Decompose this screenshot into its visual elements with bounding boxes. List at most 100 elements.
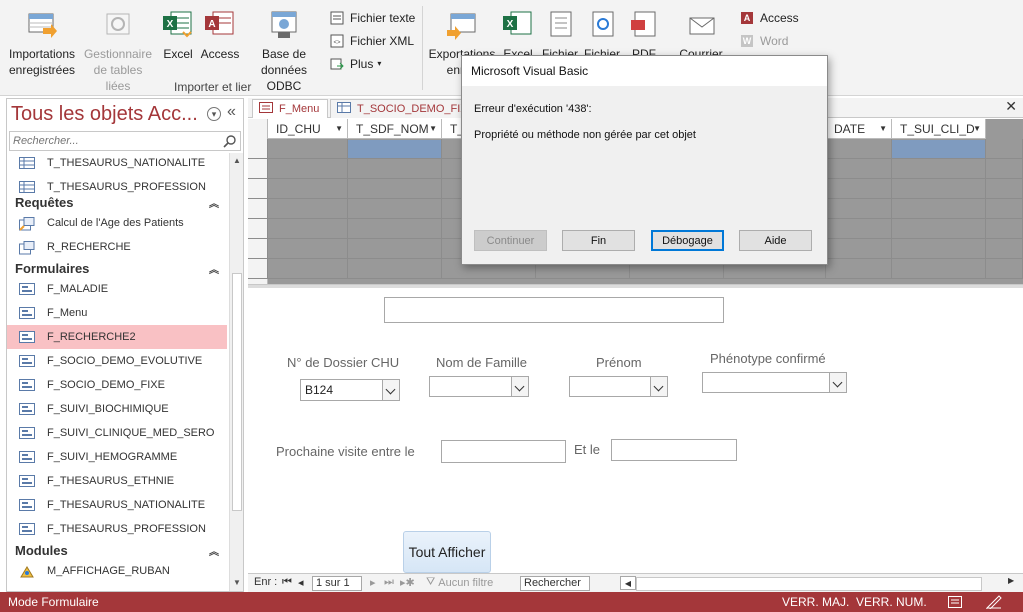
nav-item-form[interactable]: F_SUIVI_HEMOGRAMME	[7, 445, 227, 469]
record-selector[interactable]	[248, 239, 268, 259]
record-selector[interactable]	[248, 159, 268, 179]
datasheet-cell[interactable]	[892, 139, 986, 159]
search-icon[interactable]	[223, 134, 237, 148]
chevron-down-icon[interactable]	[382, 380, 399, 400]
datasheet-cell[interactable]	[892, 159, 986, 179]
chevron-down-icon[interactable]	[650, 377, 667, 396]
email-button[interactable]: Courrier	[674, 8, 728, 62]
datasheet-cell[interactable]	[826, 179, 892, 199]
nav-search-input[interactable]	[10, 132, 216, 150]
nav-category-forms[interactable]: Formulaires ︽	[15, 257, 227, 279]
tab-f-menu[interactable]: F_Menu	[252, 99, 328, 118]
horizontal-scrollbar[interactable]	[636, 577, 982, 591]
datasheet-cell[interactable]	[268, 159, 348, 179]
datasheet-cell[interactable]	[268, 179, 348, 199]
export-file-button-2[interactable]: Fichier	[582, 8, 622, 62]
record-selector[interactable]	[248, 179, 268, 199]
datasheet-cell[interactable]	[348, 139, 442, 159]
record-position-input[interactable]: 1 sur 1	[312, 576, 362, 591]
scroll-left-icon[interactable]: ◀	[620, 576, 636, 590]
show-all-button[interactable]: Tout Afficher	[403, 531, 491, 573]
first-record-icon[interactable]: ⏮	[282, 576, 292, 589]
nav-item-form[interactable]: F_THESAURUS_ETHNIE	[7, 469, 227, 493]
datasheet-cell[interactable]	[826, 139, 892, 159]
datasheet-cell[interactable]	[268, 219, 348, 239]
record-selector[interactable]	[248, 139, 268, 159]
import-text-file-button[interactable]: Fichier texte	[330, 10, 415, 26]
datasheet-cell[interactable]	[826, 159, 892, 179]
datasheet-cell[interactable]	[268, 199, 348, 219]
nav-item-form[interactable]: F_MALADIE	[7, 277, 227, 301]
nav-item-form[interactable]: F_SUIVI_BIOCHIMIQUE	[7, 397, 227, 421]
nav-item-module[interactable]: M_AFFICHAGE_RUBAN	[7, 559, 227, 583]
scroll-right-icon[interactable]: ▶	[1008, 576, 1014, 585]
datasheet-cell[interactable]	[892, 239, 986, 259]
datasheet-cell[interactable]	[826, 199, 892, 219]
import-access-button[interactable]: A Access	[200, 8, 240, 62]
record-selector[interactable]	[248, 199, 268, 219]
datasheet-cell[interactable]	[826, 239, 892, 259]
export-pdf-button[interactable]: PDF	[624, 8, 664, 62]
datasheet-cell[interactable]	[268, 139, 348, 159]
datasheet-cell[interactable]	[986, 259, 1023, 279]
form-splitter-bar[interactable]	[248, 284, 1023, 288]
help-button[interactable]: Aide	[739, 230, 812, 251]
visit-date-from-input[interactable]	[441, 440, 566, 463]
import-more-button[interactable]: Plus ▾	[330, 56, 381, 72]
next-record-icon[interactable]: ▸	[370, 576, 376, 589]
datasheet-cell[interactable]	[986, 199, 1023, 219]
last-name-combo[interactable]	[429, 376, 529, 397]
import-xml-file-button[interactable]: <> Fichier XML	[330, 33, 414, 49]
nav-scrollbar[interactable]: ▲ ▼	[229, 153, 243, 591]
datasheet-cell[interactable]	[348, 179, 442, 199]
record-selector[interactable]	[248, 219, 268, 239]
odbc-button[interactable]: Base de données ODBC	[242, 8, 326, 94]
visit-date-to-input[interactable]	[611, 439, 737, 461]
import-excel-button[interactable]: X Excel	[160, 8, 196, 62]
datasheet-cell[interactable]	[986, 219, 1023, 239]
nav-item-form[interactable]: F_SOCIO_DEMO_FIXE	[7, 373, 227, 397]
datasheet-cell[interactable]	[348, 219, 442, 239]
record-selector[interactable]	[248, 259, 268, 279]
datasheet-cell[interactable]	[986, 139, 1023, 159]
close-icon[interactable]: ✕	[1005, 98, 1017, 115]
datasheet-cell[interactable]	[268, 259, 348, 279]
filter-indicator[interactable]: ⛛ Aucun filtre	[426, 576, 493, 589]
export-file-button-1[interactable]: Fichier	[540, 8, 580, 62]
datasheet-cell[interactable]	[892, 199, 986, 219]
tab-t-socio-demo-fixe[interactable]: T_SOCIO_DEMO_FIXE	[330, 99, 475, 118]
export-word-button[interactable]: W Word	[740, 33, 788, 49]
datasheet-cell[interactable]	[348, 199, 442, 219]
scrollbar-thumb[interactable]	[232, 273, 242, 511]
nav-item-form[interactable]: F_Menu	[7, 301, 227, 325]
design-view-icon[interactable]	[985, 595, 1002, 612]
saved-imports-button[interactable]: Importations enregistrées	[6, 8, 78, 78]
nav-item-form[interactable]: F_SOCIO_DEMO_EVOLUTIVE	[7, 349, 227, 373]
nav-category-queries[interactable]: Requêtes ︽	[15, 191, 227, 213]
datasheet-cell[interactable]	[892, 219, 986, 239]
form-view-icon[interactable]	[948, 596, 962, 611]
record-search-input[interactable]: Rechercher	[520, 576, 590, 591]
navigation-pane-title[interactable]: Tous les objets Acc...	[11, 103, 198, 126]
nav-category-modules[interactable]: Modules ︽	[15, 539, 227, 561]
datasheet-cell[interactable]	[986, 239, 1023, 259]
datasheet-cell[interactable]	[268, 239, 348, 259]
datasheet-cell[interactable]	[348, 159, 442, 179]
chevron-down-icon[interactable]	[511, 377, 528, 396]
continue-button[interactable]: Continuer	[474, 230, 547, 251]
scroll-up-icon[interactable]: ▲	[231, 155, 243, 167]
debug-button[interactable]: Débogage	[651, 230, 724, 251]
column-header[interactable]: ID_CHU ▼	[268, 119, 348, 139]
datasheet-cell[interactable]	[348, 259, 442, 279]
end-button[interactable]: Fin	[562, 230, 635, 251]
chevron-down-icon[interactable]	[829, 373, 846, 392]
column-header[interactable]: T_S	[442, 119, 462, 139]
first-name-combo[interactable]	[569, 376, 668, 397]
linked-table-manager-button[interactable]: Gestionnaire de tables liées	[80, 8, 156, 94]
phenotype-combo[interactable]	[702, 372, 847, 393]
nav-item-form[interactable]: F_SUIVI_CLINIQUE_MED_SERO	[7, 421, 227, 445]
nav-menu-chevron-icon[interactable]: ▾	[207, 107, 221, 121]
nav-item-form[interactable]: F_THESAURUS_PROFESSION	[7, 517, 227, 541]
nav-item-query[interactable]: Calcul de l'Age des Patients	[7, 211, 227, 235]
previous-record-icon[interactable]: ◂	[298, 576, 304, 589]
